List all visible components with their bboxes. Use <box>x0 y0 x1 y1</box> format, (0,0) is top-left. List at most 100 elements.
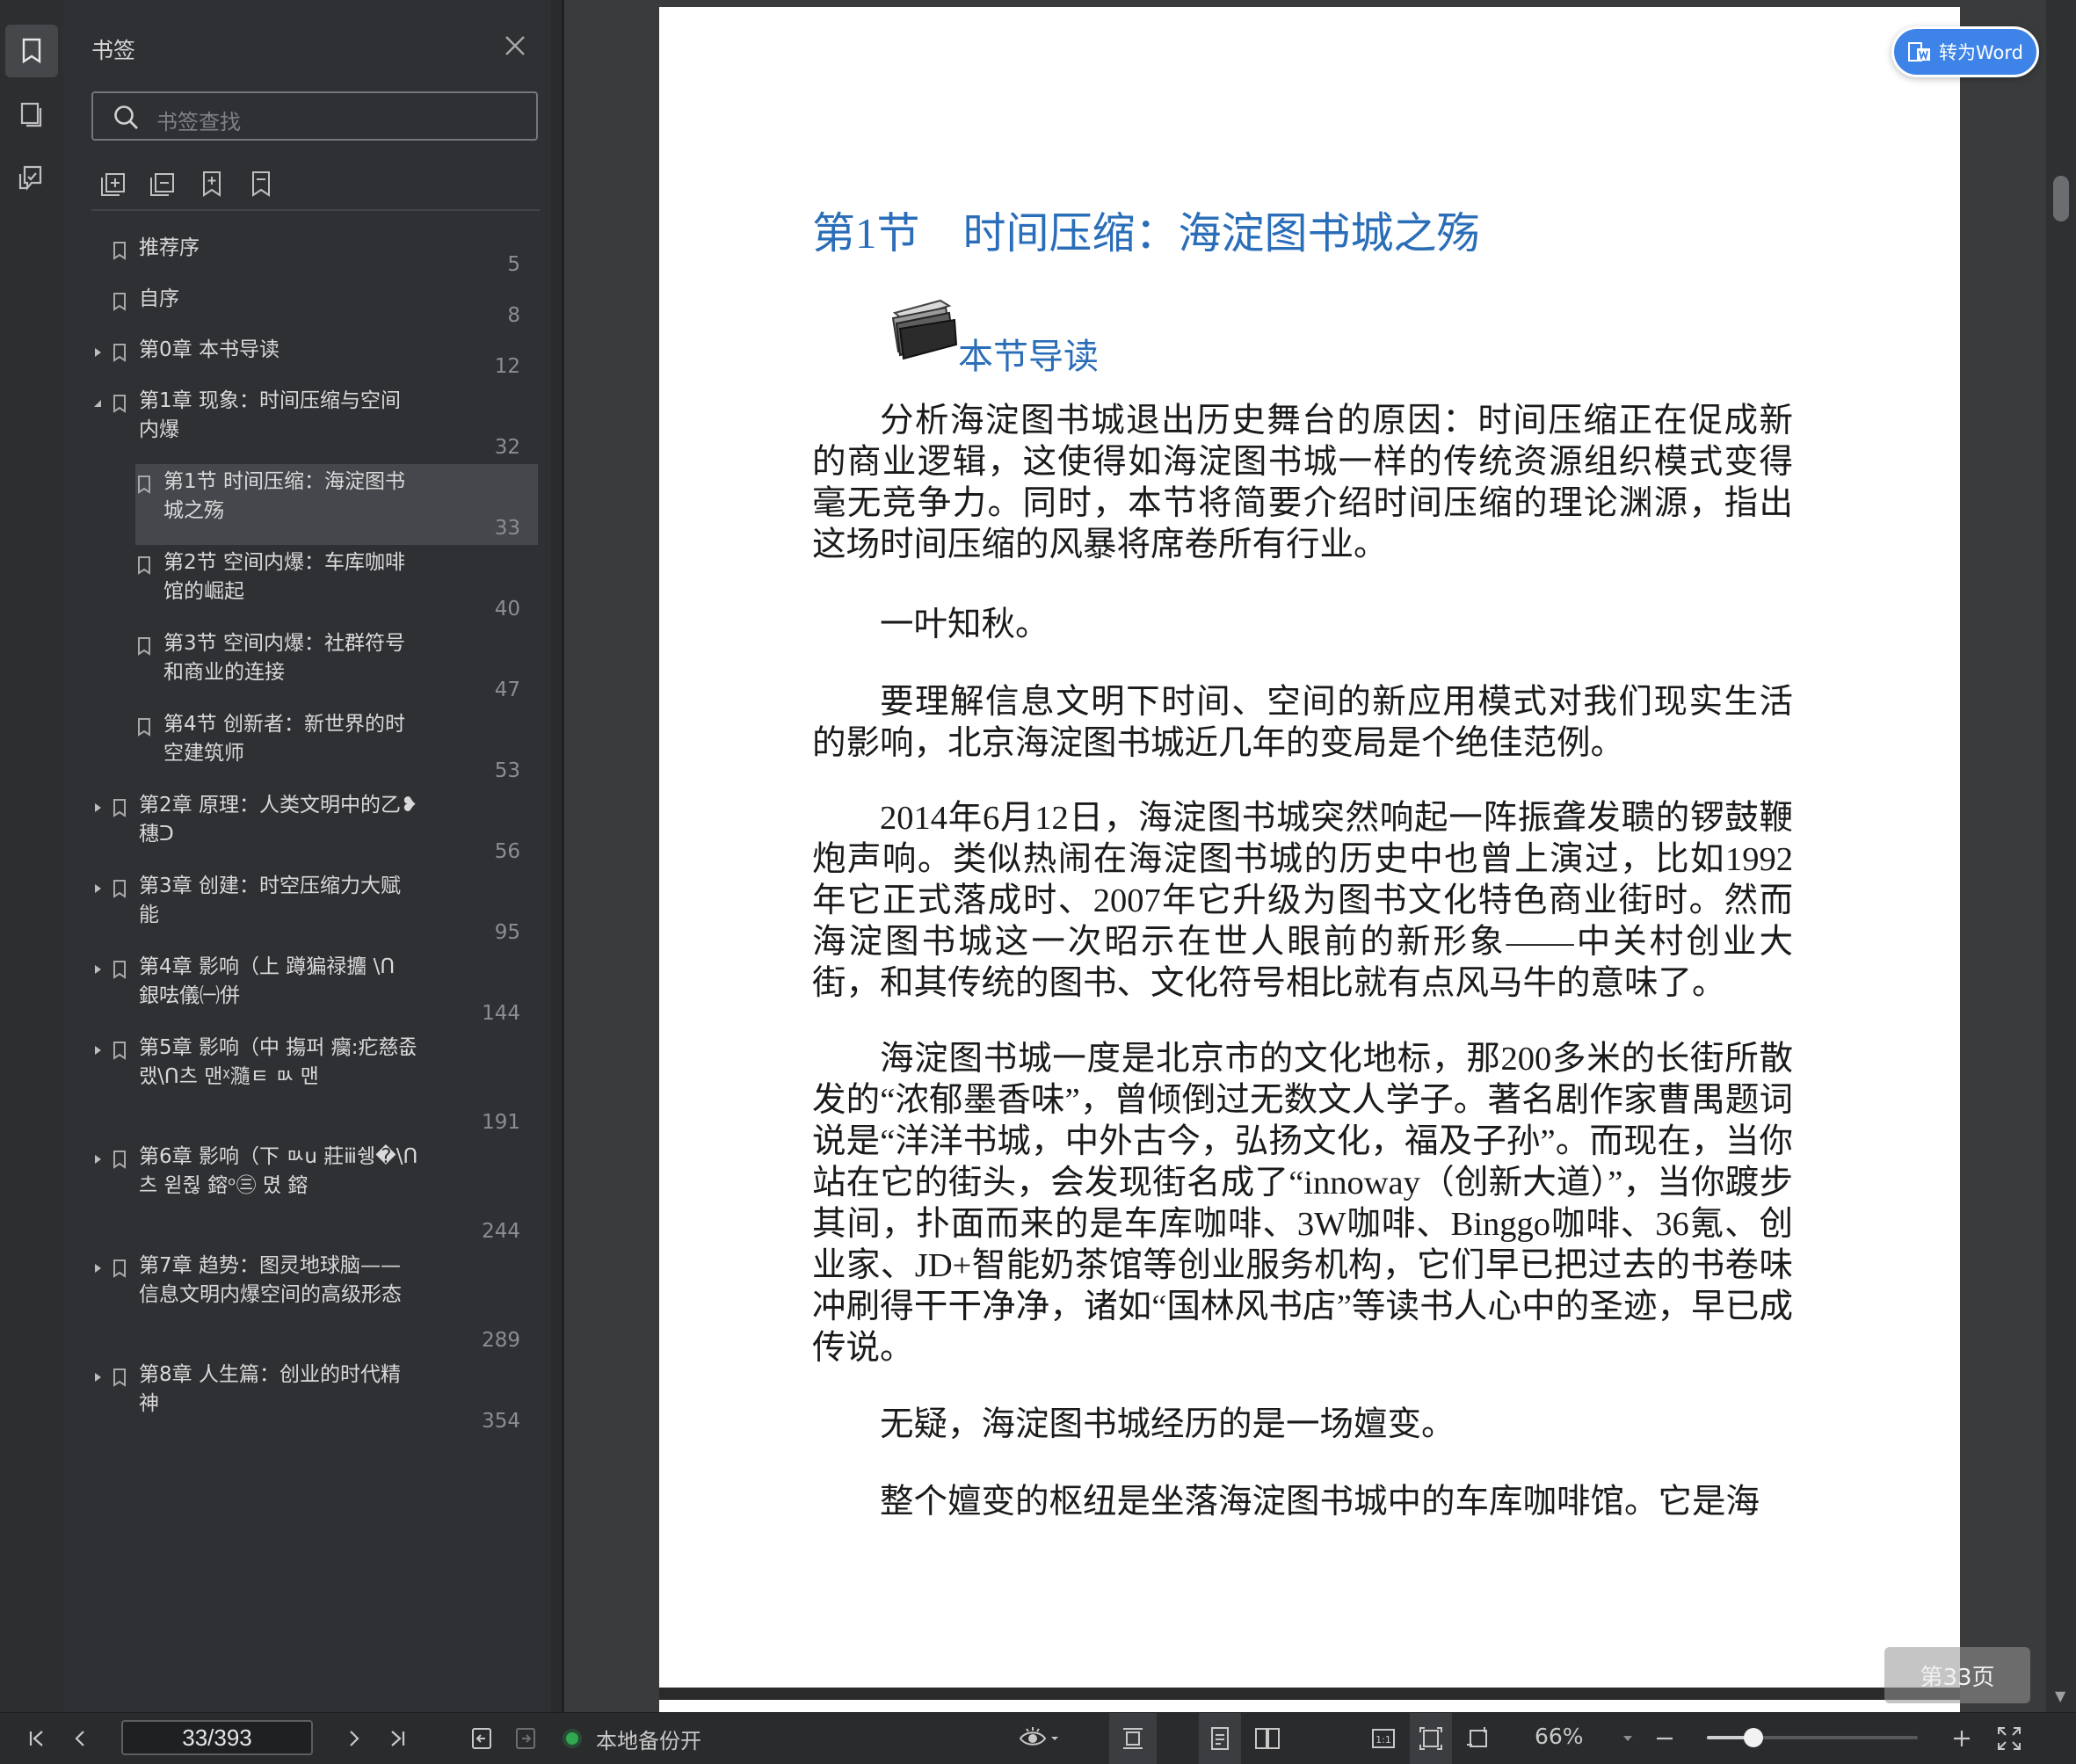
word-convert-icon <box>1908 42 1930 62</box>
paragraph: 无疑，海淀图书城经历的是一场嬗变。 <box>880 1406 1455 1443</box>
actual-size-button[interactable]: 1:1 <box>1362 1713 1405 1764</box>
bookmark-page-number: 33 <box>494 517 520 540</box>
bookmark-item[interactable]: 第5章 影响（中 摥퍼 癵:疕慈좂랬\ᑎ츠 맨ᵡ瀡ㅌ ㅯ 맨 191 <box>63 1030 538 1139</box>
forward-page-icon <box>516 1728 535 1749</box>
single-page-view-button[interactable] <box>1109 1713 1157 1764</box>
bookmark-item[interactable]: 第4节 创新者：新世界的时空建筑师 53 <box>63 707 538 788</box>
page-gap <box>659 1688 1960 1700</box>
document-scroll-thumb[interactable] <box>2053 176 2069 221</box>
caret-down-icon[interactable] <box>91 397 104 410</box>
expand-all-button[interactable] <box>98 169 130 200</box>
annotation-panel-button[interactable] <box>5 151 58 204</box>
page-number-input[interactable]: 33/393 <box>121 1720 313 1755</box>
paragraph: 海淀图书城一度是北京市的文化地标，那200多米的长街所散发的“浓郁墨香味”，曾倾… <box>812 1041 1793 1367</box>
previous-page-button[interactable] <box>63 1713 98 1764</box>
bookmark-icon <box>138 475 150 494</box>
bookmark-page-button[interactable] <box>246 169 278 200</box>
caret-right-icon[interactable] <box>91 963 104 976</box>
bookmark-icon <box>113 799 126 817</box>
caret-right-icon[interactable] <box>91 802 104 814</box>
caret-right-icon[interactable] <box>91 1371 104 1383</box>
document-scrollbar[interactable] <box>2046 0 2076 1712</box>
bookmark-label: 第2节 空间内爆：车库咖啡馆的崛起 <box>163 551 405 603</box>
bookmark-label: 第5章 影响（中 摥퍼 癵:疕慈좂랬\ᑎ츠 맨ᵡ瀡ㅌ ㅯ 맨 <box>139 1036 417 1088</box>
rotate-button[interactable] <box>1457 1713 1499 1764</box>
search-placeholder: 书签查找 <box>156 110 241 134</box>
bookmark-page-number: 47 <box>494 679 520 701</box>
bookmark-icon <box>113 293 126 311</box>
zoom-dropdown[interactable] <box>1617 1713 1638 1764</box>
zoom-slider[interactable] <box>1707 1728 1918 1747</box>
search-icon <box>114 105 138 129</box>
single-page-icon <box>1123 1728 1143 1749</box>
close-panel-button[interactable] <box>501 32 529 60</box>
zoom-level[interactable]: 66% <box>1535 1724 1584 1749</box>
close-icon <box>505 36 525 55</box>
backup-status[interactable]: 本地备份开 <box>596 1724 701 1754</box>
bookmark-item[interactable]: 第3章 创建：时空压缩力大赋能 95 <box>63 868 538 949</box>
two-page-view-button[interactable] <box>1246 1713 1288 1764</box>
bookmark-page-number: 144 <box>482 1002 520 1025</box>
bookmark-page-number: 354 <box>482 1410 520 1433</box>
bookmark-item[interactable]: 第4章 影响（上 蹲猵禄攟 \ᑎ 銀呿儀㈠併 144 <box>63 949 538 1030</box>
bookmark-item[interactable]: 第1节 时间压缩：海淀图书城之殇 33 <box>135 464 538 545</box>
bookmark-item[interactable]: 推荐序 5 <box>63 230 538 281</box>
two-page-icon <box>1255 1728 1280 1749</box>
svg-text:1:1: 1:1 <box>1376 1734 1391 1746</box>
convert-to-word-button[interactable]: 转为Word <box>1891 26 2039 77</box>
section-title: 第1节 时间压缩：海淀图书城之殇 <box>812 209 1480 258</box>
caret-right-icon[interactable] <box>91 1044 104 1056</box>
bookmark-item[interactable]: 第8章 人生篇：创业的时代精神 354 <box>63 1357 538 1438</box>
expand-all-icon <box>101 173 125 196</box>
caret-right-icon[interactable] <box>91 346 104 359</box>
eye-protection-button[interactable] <box>1011 1713 1067 1764</box>
bookmark-item[interactable]: 第2节 空间内爆：车库咖啡馆的崛起 40 <box>63 545 538 626</box>
bookmark-icon <box>113 961 126 979</box>
bookmark-item[interactable]: 第3节 空间内爆：社群符号和商业的连接 47 <box>63 626 538 707</box>
annotation-icon <box>18 165 42 192</box>
bookmark-icon <box>113 1368 126 1387</box>
chevron-down-icon <box>1623 1736 1632 1741</box>
bookmark-page-number: 56 <box>494 840 520 863</box>
next-page-button[interactable] <box>336 1713 371 1764</box>
fit-page-button[interactable] <box>1410 1713 1452 1764</box>
first-page-button[interactable] <box>19 1713 54 1764</box>
bookmark-item[interactable]: 第0章 本书导读 12 <box>63 332 538 383</box>
forward-navigation-button[interactable] <box>508 1713 543 1764</box>
bookmark-icon <box>138 637 150 656</box>
add-bookmark-button[interactable] <box>197 169 229 200</box>
bookmark-item[interactable]: 第7章 趋势：图灵地球脑——信息文明内爆空间的高级形态 289 <box>63 1248 538 1357</box>
collapse-all-button[interactable] <box>148 169 179 200</box>
status-bar: 33/393 本地备份开 1:1 66% <box>0 1712 2076 1764</box>
bookmark-item[interactable]: 第2章 原理：人类文明中的乙❥穗ᑐ 56 <box>63 788 538 868</box>
back-navigation-button[interactable] <box>464 1713 499 1764</box>
bookmark-search-input[interactable]: 书签查找 <box>91 91 538 141</box>
caret-right-icon[interactable] <box>91 882 104 895</box>
panel-scrollbar[interactable] <box>551 0 562 1712</box>
document-viewport[interactable]: 第1节 时间压缩：海淀图书城之殇 本节导读 分析海淀图书城退出历史舞台的原因：时… <box>564 0 2076 1712</box>
bookmark-page-number: 8 <box>507 304 520 327</box>
bookmark-icon <box>113 880 126 898</box>
fit-page-icon <box>1419 1727 1442 1750</box>
caret-right-icon[interactable] <box>91 1262 104 1274</box>
bookmark-item[interactable]: 第1章 现象：时间压缩与空间内爆 32 <box>63 383 538 464</box>
caret-right-icon[interactable] <box>91 1153 104 1165</box>
chevron-right-icon <box>350 1731 359 1746</box>
fullscreen-icon <box>1998 1727 2021 1750</box>
bookmark-label: 第2章 原理：人类文明中的乙❥穗ᑐ <box>139 794 418 846</box>
bookmark-panel-button[interactable] <box>5 25 58 77</box>
thumbnail-panel-button[interactable] <box>5 88 58 141</box>
zoom-out-button[interactable] <box>1649 1713 1680 1764</box>
section-guide-label: 本节导读 <box>958 337 1099 376</box>
continuous-view-button[interactable] <box>1199 1713 1241 1764</box>
zoom-slider-handle[interactable] <box>1743 1728 1763 1747</box>
add-bookmark-icon <box>203 171 221 197</box>
paragraph: 2014年6月12日，海淀图书城突然响起一阵振聋发聩的锣鼓鞭炮声响。类似热闹在海… <box>812 800 1793 1002</box>
bookmark-item[interactable]: 自序 8 <box>63 281 538 332</box>
zoom-in-button[interactable] <box>1946 1713 1978 1764</box>
fullscreen-button[interactable] <box>1990 1713 2029 1764</box>
eye-mode-icon <box>1019 1727 1058 1746</box>
bookmark-item[interactable]: 第6章 影响（下 ㅯu 莊ⅲ쉥�\ᑎ츠 윋쥖 鎔ᵒ㊂ 몄 鎔 244 <box>63 1139 538 1248</box>
last-page-button[interactable] <box>380 1713 415 1764</box>
scroll-down-arrow-icon[interactable]: ▼ <box>2055 1688 2065 1704</box>
